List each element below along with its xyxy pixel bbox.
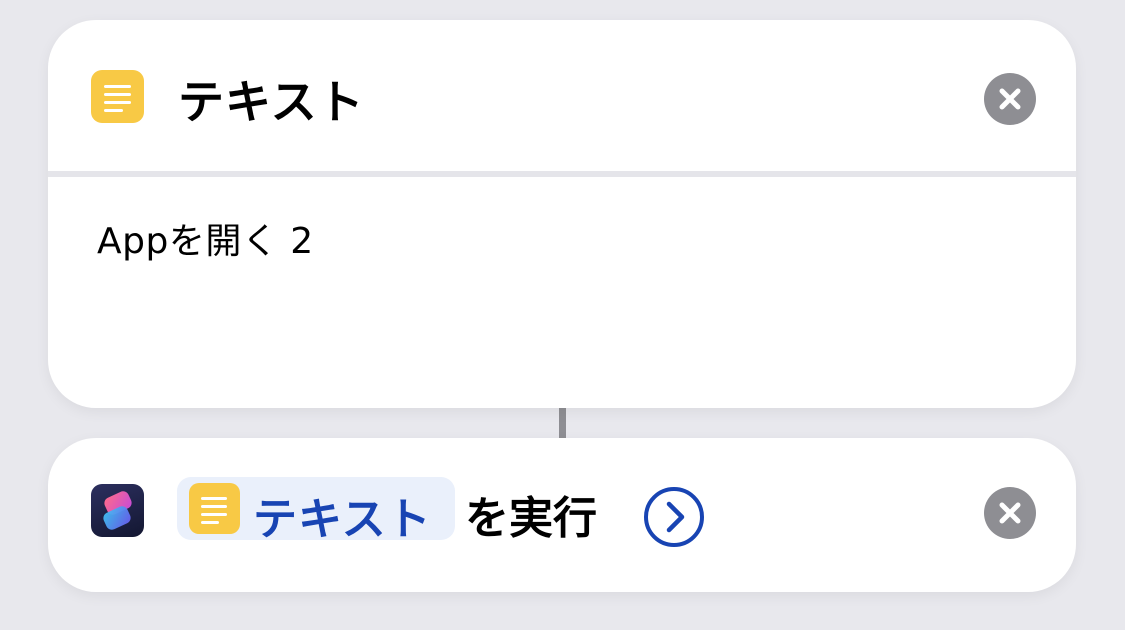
divider xyxy=(48,171,1076,177)
remove-action-button[interactable] xyxy=(984,487,1036,539)
text-doc-icon xyxy=(189,483,240,534)
chevron-right-circle-icon xyxy=(644,487,704,547)
text-doc-icon xyxy=(91,70,144,123)
text-action-header: テキスト xyxy=(48,20,1076,172)
action-label: を実行 xyxy=(465,493,597,544)
shortcuts-app-icon xyxy=(91,484,144,537)
action-title: テキスト xyxy=(178,75,365,129)
variable-token-label: テキスト xyxy=(253,494,432,545)
run-shortcut-action-card[interactable]: テキスト を実行 xyxy=(48,438,1076,592)
close-icon xyxy=(999,502,1021,524)
text-content-field[interactable]: Appを開く 2 xyxy=(97,212,314,264)
flow-connector xyxy=(559,406,566,440)
close-icon xyxy=(999,88,1021,110)
text-action-card[interactable]: テキスト Appを開く 2 xyxy=(48,20,1076,408)
variable-token-text[interactable]: テキスト xyxy=(177,477,455,545)
remove-action-button[interactable] xyxy=(984,73,1036,125)
expand-options-button[interactable] xyxy=(643,486,705,548)
